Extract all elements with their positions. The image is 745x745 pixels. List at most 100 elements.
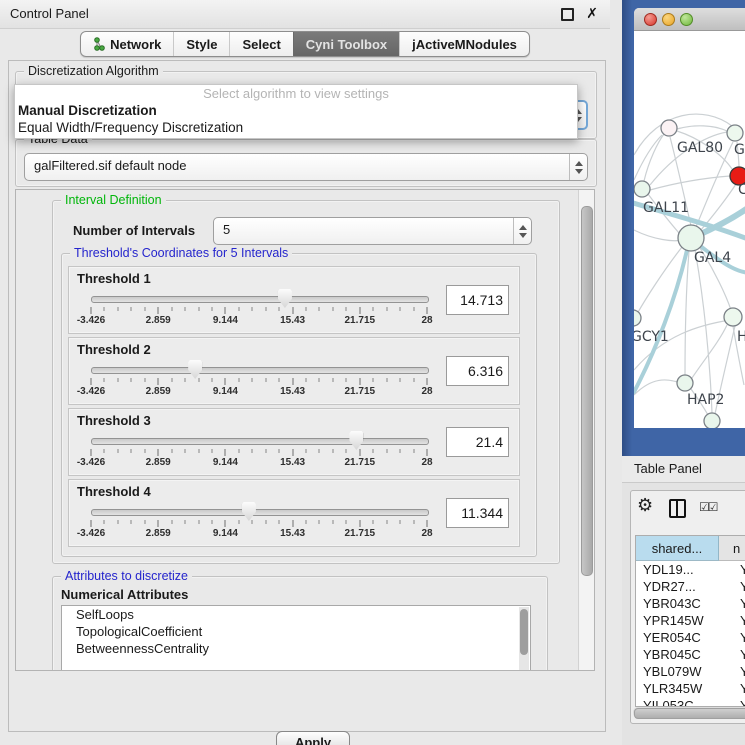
cell-shared-name[interactable]: YER054C xyxy=(636,629,726,646)
table-row[interactable]: YDR27...YDR2 xyxy=(636,578,745,595)
table-data-combo[interactable]: galFiltered.sif default node xyxy=(24,153,588,181)
tab-cyni-toolbox-label: Cyni Toolbox xyxy=(306,37,387,52)
network-node-hap2[interactable] xyxy=(677,375,693,391)
threshold-value-field[interactable]: 21.4 xyxy=(446,427,509,457)
cell-shared-name[interactable]: YPR145W xyxy=(636,612,726,629)
threshold-slider-track[interactable] xyxy=(91,509,429,516)
column-header-name[interactable]: n xyxy=(719,536,745,561)
threshold-slider-track[interactable] xyxy=(91,296,429,303)
threshold-slider-track[interactable] xyxy=(91,438,429,445)
table-row[interactable]: YBR045CYBR0 xyxy=(636,646,745,663)
tab-style-label: Style xyxy=(186,37,217,52)
slider-tick-label: 15.43 xyxy=(280,386,305,397)
tab-select[interactable]: Select xyxy=(229,32,292,56)
tab-jactivemnodules[interactable]: jActiveMNodules xyxy=(399,32,529,56)
threshold-value-field[interactable]: 6.316 xyxy=(446,356,509,386)
cell-shared-name[interactable]: YLR345W xyxy=(636,680,726,697)
table-row[interactable]: YIL053CYIL0 xyxy=(636,697,745,707)
table-row[interactable]: YBL079WYBL0 xyxy=(636,663,745,680)
table-panel-card: ⚙ ☑☑ shared... n YDL19...YDL1YDR27...YDR… xyxy=(630,490,745,724)
network-node-gcy1[interactable] xyxy=(634,310,641,326)
threshold-slider-thumb[interactable] xyxy=(278,289,292,308)
table-scrollbar-thumb[interactable] xyxy=(634,708,745,719)
network-node-h[interactable] xyxy=(724,308,742,326)
network-window-titlebar[interactable] xyxy=(634,8,745,31)
tab-style[interactable]: Style xyxy=(173,32,229,56)
table-row[interactable]: YLR345WYLR3 xyxy=(636,680,745,697)
cell-name[interactable]: YBL0 xyxy=(726,663,745,680)
slider-tick-label: 9.144 xyxy=(213,386,238,397)
slider-tick-label: -3.426 xyxy=(77,386,105,397)
threshold-value-field[interactable]: 14.713 xyxy=(446,285,509,315)
cell-shared-name[interactable]: YIL053C xyxy=(636,697,726,707)
cell-name[interactable]: YER0 xyxy=(726,629,745,646)
cell-shared-name[interactable]: YBR043C xyxy=(636,595,726,612)
table-panel-header: Table Panel xyxy=(622,456,745,483)
network-node-top-right[interactable] xyxy=(727,125,743,141)
network-node-bottom[interactable] xyxy=(704,413,720,428)
threshold-slider-track[interactable] xyxy=(91,367,429,374)
network-canvas[interactable]: GAL80 GA C GAL11 GAL4 GCY1 H HAP2 xyxy=(634,30,745,428)
interval-definition-group-title: Interval Definition xyxy=(61,193,166,208)
cell-shared-name[interactable]: YBR045C xyxy=(636,646,726,663)
cell-name[interactable]: YIL0 xyxy=(726,697,745,707)
settings-scrollbar-thumb[interactable] xyxy=(581,206,593,576)
mac-minimize-icon[interactable] xyxy=(662,13,675,26)
table-row[interactable]: YDL19...YDL1 xyxy=(636,561,745,578)
slider-tick-label: -3.426 xyxy=(77,457,105,468)
list-item[interactable]: BetweennessCentrality xyxy=(62,640,530,657)
checkboxes-icon[interactable]: ☑☑ xyxy=(699,500,717,514)
column-header-shared[interactable]: shared... xyxy=(636,536,719,561)
node-label: GAL4 xyxy=(694,250,731,266)
combo-stepper-icon[interactable] xyxy=(569,154,587,180)
slider-tick-label: 28 xyxy=(421,457,432,468)
threshold-value-field[interactable]: 11.344 xyxy=(446,498,509,528)
network-node-gal80[interactable] xyxy=(661,120,677,136)
node-label: GA xyxy=(734,142,745,158)
cell-shared-name[interactable]: YBL079W xyxy=(636,663,726,680)
attributes-scrollbar-thumb[interactable] xyxy=(520,609,528,655)
apply-button[interactable]: Apply xyxy=(276,731,350,745)
cell-shared-name[interactable]: YDL19... xyxy=(636,561,726,578)
table-row[interactable]: YER054CYER0 xyxy=(636,629,745,646)
attributes-scrollbar[interactable] xyxy=(519,607,529,671)
tab-network[interactable]: Network xyxy=(81,32,173,56)
cell-name[interactable]: YDR2 xyxy=(726,578,745,595)
mac-zoom-icon[interactable] xyxy=(680,13,693,26)
slider-tick-labels: -3.4262.8599.14415.4321.71528 xyxy=(69,386,519,398)
network-node-gal11[interactable] xyxy=(634,181,650,197)
number-of-intervals-combo[interactable]: 5 xyxy=(213,217,532,245)
table-horizontal-scrollbar[interactable] xyxy=(633,707,745,718)
float-window-icon[interactable] xyxy=(561,8,574,21)
tab-jactivemnodules-label: jActiveMNodules xyxy=(412,37,517,52)
combo-stepper-icon[interactable] xyxy=(513,218,531,244)
threshold-slider-thumb[interactable] xyxy=(188,360,202,379)
dropdown-option-equal-width-frequency[interactable]: Equal Width/Frequency Discretization xyxy=(15,119,577,136)
table-row[interactable]: YBR043CYBR0 xyxy=(636,595,745,612)
threshold-slider-thumb[interactable] xyxy=(349,431,363,450)
tab-cyni-toolbox[interactable]: Cyni Toolbox xyxy=(293,32,399,56)
numerical-attributes-heading: Numerical Attributes xyxy=(61,587,188,602)
threshold-label: Threshold 2 xyxy=(77,342,151,357)
dropdown-option-manual-discretization[interactable]: Manual Discretization xyxy=(15,102,577,119)
threshold-slider-thumb[interactable] xyxy=(242,502,256,521)
network-node-gal4[interactable] xyxy=(678,225,704,251)
cell-name[interactable]: YBR0 xyxy=(726,646,745,663)
slider-tick-label: 21.715 xyxy=(345,528,376,539)
cell-name[interactable]: YPR1 xyxy=(726,612,745,629)
list-item[interactable]: TopologicalCoefficient xyxy=(62,623,530,640)
slider-tick-label: 2.859 xyxy=(146,315,171,326)
settings-vertical-scrollbar[interactable] xyxy=(578,190,594,670)
cell-name[interactable]: YLR3 xyxy=(726,680,745,697)
mac-close-icon[interactable] xyxy=(644,13,657,26)
cell-name[interactable]: YBR0 xyxy=(726,595,745,612)
columns-icon[interactable] xyxy=(669,499,686,518)
node-attribute-table: shared... n YDL19...YDL1YDR27...YDR2YBR0… xyxy=(635,535,745,707)
cell-shared-name[interactable]: YDR27... xyxy=(636,578,726,595)
table-row[interactable]: YPR145WYPR1 xyxy=(636,612,745,629)
list-item[interactable]: SelfLoops xyxy=(62,606,530,623)
close-icon[interactable]: ✗ xyxy=(586,5,598,22)
threshold-panel: Threshold 2 -3.4262.8599.14415.4321.7152… xyxy=(68,337,520,405)
gear-icon[interactable]: ⚙ xyxy=(637,495,653,516)
cell-name[interactable]: YDL1 xyxy=(726,561,745,578)
